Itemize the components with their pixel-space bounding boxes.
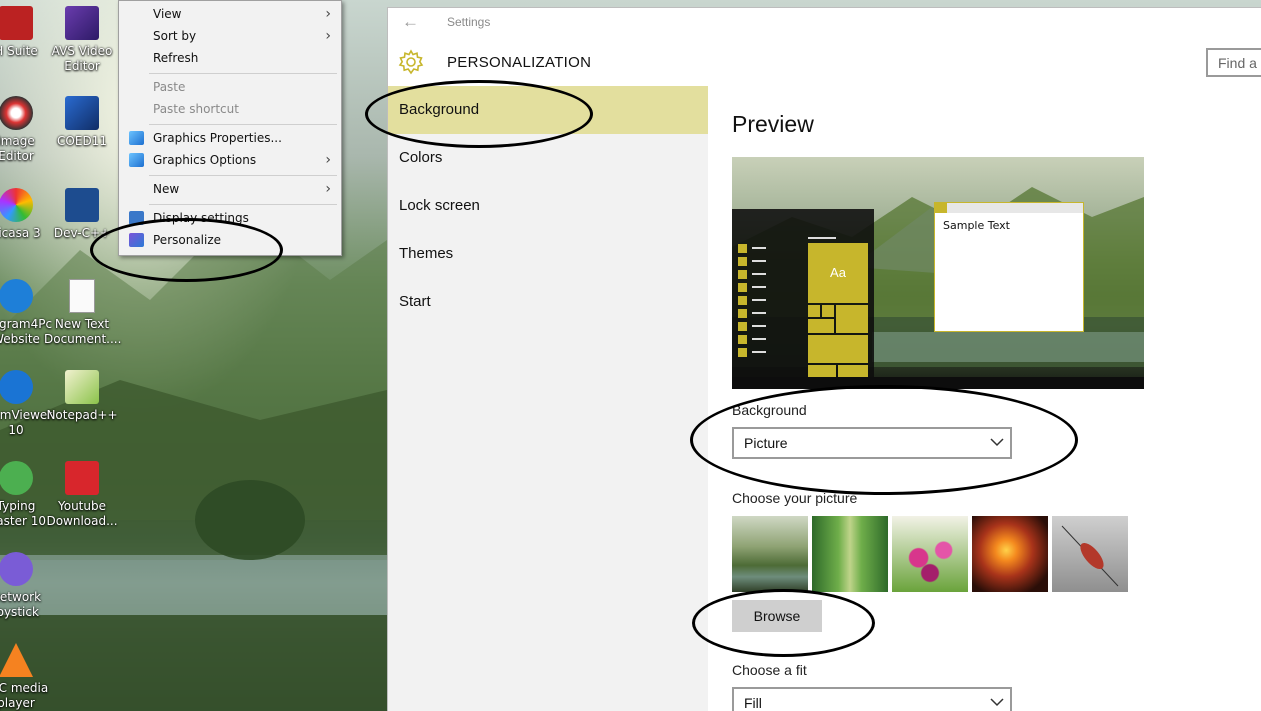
preview-app-line [752,351,766,353]
sidebar-item-themes[interactable]: Themes [388,230,708,278]
preview-start-menu: Aa [732,209,874,389]
chevron-down-icon [990,698,1004,707]
preview-group-header [808,237,836,239]
desktop-icon[interactable]: Youtube Download... [44,461,120,529]
preview-app-square [738,283,747,292]
graphics-icon [129,131,144,145]
menu-item-view[interactable]: View › [119,3,341,25]
preview-tile [836,305,868,333]
gear-icon [398,49,424,75]
vlc-icon [0,643,33,677]
network-joystick-icon [0,552,33,586]
preview-window-titlebar [935,203,1083,213]
chevron-right-icon: › [325,28,331,44]
preview-app-square [738,309,747,318]
desktop-icon[interactable]: Notepad++ [44,370,120,423]
preview-tile [808,335,868,363]
picture-thumbnail-insect[interactable] [1052,516,1128,592]
preview-app-square [738,296,747,305]
sidebar-item-start[interactable]: Start [388,278,708,326]
menu-item-paste-shortcut: Paste shortcut [153,102,239,116]
search-input[interactable]: Find a setting [1206,48,1261,77]
dev-cpp-icon [65,188,99,222]
picture-thumbnail-garden-path[interactable] [812,516,888,592]
preview-app-line [752,338,766,340]
preview-app-line [752,286,766,288]
preview-app-line [752,312,766,314]
desktop-icon[interactable]: Network Joystick [0,552,54,620]
preview-tile [808,319,834,333]
app-suite-icon [0,6,33,40]
desktop-icon[interactable]: COED11 [44,96,120,149]
menu-separator [149,204,337,205]
annotation-ellipse-personalize [90,218,283,282]
chevron-right-icon: › [325,181,331,197]
window-title: Settings [447,15,491,29]
preview-tile-large: Aa [808,243,868,303]
preview-window-accent [935,203,947,213]
annotation-ellipse-background-nav [365,80,593,148]
image-editor-icon [0,96,33,130]
page-title: PERSONALIZATION [447,54,592,71]
coed-icon [65,96,99,130]
preview-app-line [752,247,766,249]
preview-app-square [738,244,747,253]
preview-heading: Preview [732,111,814,137]
menu-item-new[interactable]: New › [119,178,341,200]
menu-item-graphics-options[interactable]: Graphics Options › [119,149,341,171]
preview-app-line [752,325,766,327]
title-bar[interactable]: ← Settings [388,8,1261,38]
menu-item-sort-by[interactable]: Sort by › [119,25,341,47]
menu-separator [149,124,337,125]
preview-sample-text: Sample Text [943,219,1010,232]
chevron-right-icon: › [325,152,331,168]
annotation-ellipse-browse [692,589,875,657]
preview-app-square [738,335,747,344]
chevron-right-icon: › [325,6,331,22]
menu-item-graphics-properties[interactable]: Graphics Properties... [119,127,341,149]
preview-app-square [738,322,747,331]
sidebar-item-lock-screen[interactable]: Lock screen [388,182,708,230]
annotation-ellipse-background-dropdown [690,385,1078,495]
preview-tile [808,305,820,317]
youtube-downloader-icon [65,461,99,495]
preview-app-square [738,270,747,279]
choose-fit-label: Choose a fit [732,662,807,678]
insect-shape [1061,525,1119,587]
fit-dropdown[interactable]: Fill [732,687,1012,711]
desktop-icon[interactable]: New Text Document.... [44,279,121,347]
desktop-icon[interactable]: AVS Video Editor [44,6,120,74]
preview-app-square [738,348,747,357]
preview-app-line [752,260,766,262]
preview-app-line [752,299,766,301]
menu-item-paste: Paste [153,80,186,94]
preview-tile [822,305,834,317]
picture-thumbnail-tulips[interactable] [892,516,968,592]
fit-dropdown-value: Fill [744,695,762,711]
background-preview: Aa Sample Text [732,157,1144,389]
back-arrow-icon[interactable]: ← [402,12,419,32]
typing-master-icon [0,461,33,495]
video-editor-icon [65,6,99,40]
preview-sample-window: Sample Text [934,202,1084,332]
desktop-icon[interactable]: VLC media player [0,643,54,711]
teamviewer-icon [0,370,33,404]
notepad-plus-icon [65,370,99,404]
graphics-icon [129,153,144,167]
preview-app-line [752,273,766,275]
preview-app-square [738,257,747,266]
menu-separator [149,175,337,176]
desktop-context-menu: View › Sort by › Refresh Paste Paste sho… [118,0,342,256]
picture-thumbnail-mountain-lake[interactable] [732,516,808,592]
text-document-icon [69,279,95,313]
sidebar: Background Colors Lock screen Themes Sta… [388,86,708,711]
page-header: PERSONALIZATION Find a setting [388,38,1261,86]
menu-item-refresh[interactable]: Refresh [119,47,341,69]
picasa-icon [0,188,33,222]
menu-separator [149,73,337,74]
picture-thumbnail-sunset[interactable] [972,516,1048,592]
program4pc-icon [0,279,33,313]
